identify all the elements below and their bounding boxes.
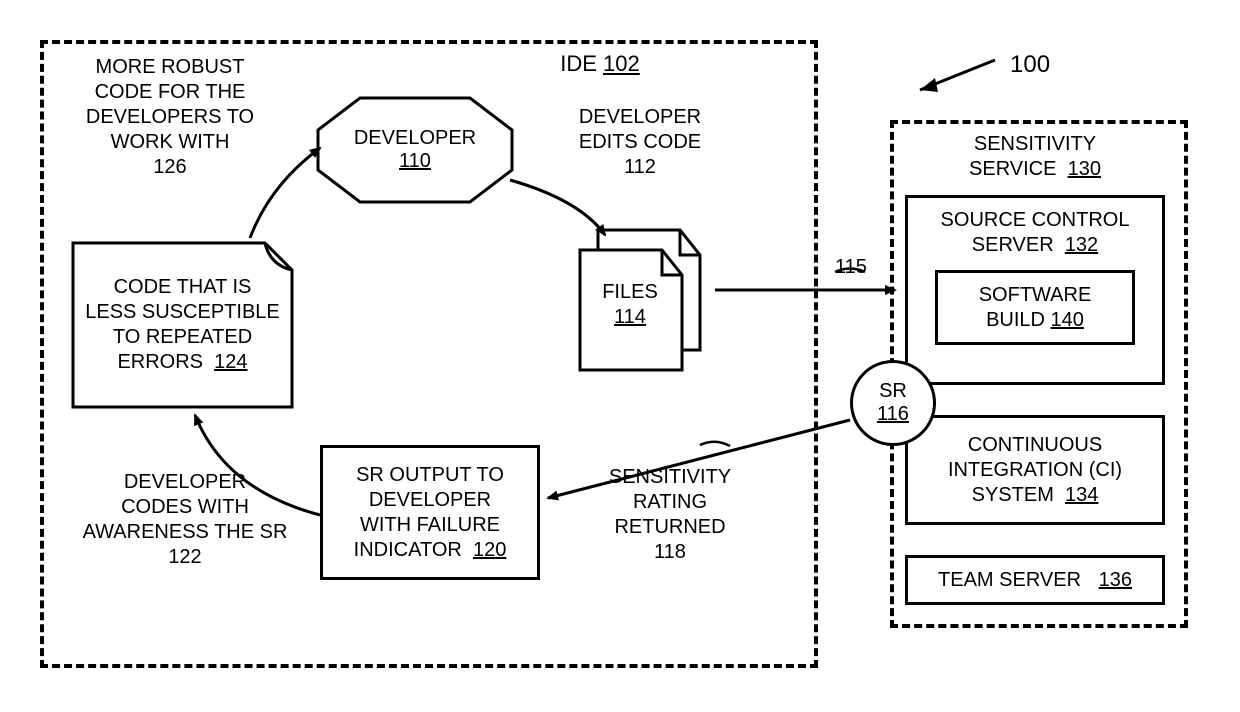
files-to-service-ref: 115 bbox=[835, 255, 867, 280]
figure-ref: 100 bbox=[1010, 50, 1050, 80]
awareness-note: DEVELOPER CODES WITH AWARENESS THE SR 12… bbox=[70, 470, 300, 570]
software-build-box: SOFTWARE BUILD 140 bbox=[935, 270, 1135, 345]
sr-circle: SR 116 bbox=[850, 360, 936, 446]
files-node: FILES 114 bbox=[570, 225, 710, 375]
ci-system-box: CONTINUOUS INTEGRATION (CI) SYSTEM 134 bbox=[905, 415, 1165, 525]
diagram-canvas: IDE 102 100 MORE ROBUST CODE FOR THE DEV… bbox=[20, 20, 1220, 692]
source-control-server-box: SOURCE CONTROL SERVER 132 SOFTWARE BUILD… bbox=[905, 195, 1165, 385]
developer-octagon: DEVELOPER 110 bbox=[315, 95, 515, 205]
sr-output-box: SR OUTPUT TO DEVELOPER WITH FAILURE INDI… bbox=[320, 445, 540, 580]
developer-edits-note: DEVELOPER EDITS CODE 112 bbox=[550, 105, 730, 180]
sensitivity-service-label: SENSITIVITY SERVICE 130 bbox=[910, 132, 1160, 182]
robust-code-doc: CODE THAT IS LESS SUSCEPTIBLE TO REPEATE… bbox=[70, 240, 295, 410]
sensitivity-returned-note: SENSITIVITY RATING RETURNED 118 bbox=[590, 465, 750, 565]
team-server-box: TEAM SERVER 136 bbox=[905, 555, 1165, 605]
ide-label: IDE 102 bbox=[540, 50, 660, 78]
robust-code-note: MORE ROBUST CODE FOR THE DEVELOPERS TO W… bbox=[65, 55, 275, 180]
